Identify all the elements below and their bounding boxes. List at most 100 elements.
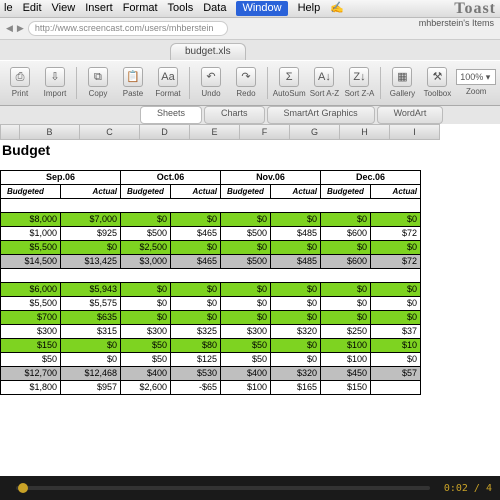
print-button[interactable]: ⎙Print	[4, 63, 36, 103]
cell[interactable]: $500	[121, 227, 171, 241]
cell[interactable]: $50	[121, 353, 171, 367]
cell[interactable]: $150	[321, 381, 371, 395]
col-header-E[interactable]: E	[190, 124, 240, 140]
cell[interactable]: $50	[121, 339, 171, 353]
cell[interactable]: $0	[121, 283, 171, 297]
cell[interactable]: $50	[221, 353, 271, 367]
cell[interactable]	[371, 381, 421, 395]
col-header-I[interactable]: I	[390, 124, 440, 140]
cell[interactable]: $0	[171, 297, 221, 311]
cell[interactable]: $325	[171, 325, 221, 339]
cell[interactable]: $165	[271, 381, 321, 395]
cell[interactable]: $0	[271, 311, 321, 325]
cell[interactable]: $0	[371, 283, 421, 297]
cell[interactable]: $50	[1, 353, 61, 367]
cell[interactable]: $12,468	[61, 367, 121, 381]
cell[interactable]: $500	[221, 255, 271, 269]
cell[interactable]: $0	[221, 297, 271, 311]
cell[interactable]: $100	[221, 381, 271, 395]
cell[interactable]: $8,000	[1, 213, 61, 227]
table-row[interactable]: $1,800$957$2,600-$65$100$165$150	[1, 381, 421, 395]
col-header-B[interactable]: B	[20, 124, 80, 140]
cell[interactable]: $300	[221, 325, 271, 339]
cell[interactable]: $530	[171, 367, 221, 381]
cell[interactable]: $5,575	[61, 297, 121, 311]
table-row[interactable]: $6,000$5,943$0$0$0$0$0$0	[1, 283, 421, 297]
cell[interactable]: $0	[321, 283, 371, 297]
table-row[interactable]: $300$315$300$325$300$320$250$37	[1, 325, 421, 339]
cell[interactable]: $0	[121, 297, 171, 311]
row-col-corner[interactable]	[0, 124, 20, 140]
cell[interactable]: $72	[371, 255, 421, 269]
cell[interactable]: $5,943	[61, 283, 121, 297]
cell[interactable]: $0	[271, 297, 321, 311]
cell[interactable]: $465	[171, 255, 221, 269]
cell[interactable]: $0	[271, 241, 321, 255]
cell[interactable]: $300	[1, 325, 61, 339]
cell[interactable]: $0	[221, 241, 271, 255]
menu-window[interactable]: Window	[236, 1, 287, 16]
menu-tools[interactable]: Tools	[168, 2, 194, 15]
cell[interactable]: $957	[61, 381, 121, 395]
col-header-D[interactable]: D	[140, 124, 190, 140]
cell[interactable]: $6,000	[1, 283, 61, 297]
cell[interactable]: $0	[371, 213, 421, 227]
cell[interactable]: $0	[121, 311, 171, 325]
paste-button[interactable]: 📋Paste	[117, 63, 149, 103]
progress-knob[interactable]	[18, 483, 28, 493]
back-icon[interactable]: ◀	[6, 23, 13, 34]
budget-table[interactable]: Sep.06Oct.06Nov.06Dec.06 BudgetedActualB…	[0, 170, 421, 395]
cell[interactable]: $100	[321, 353, 371, 367]
table-row[interactable]: $12,700$12,468$400$530$400$320$450$57	[1, 367, 421, 381]
cell[interactable]: $10	[371, 339, 421, 353]
table-row[interactable]: $1,000$925$500$465$500$485$600$72	[1, 227, 421, 241]
col-header-C[interactable]: C	[80, 124, 140, 140]
cell[interactable]: $2,600	[121, 381, 171, 395]
cell[interactable]: $0	[61, 353, 121, 367]
redo-button[interactable]: ↷Redo	[230, 63, 262, 103]
table-row[interactable]: $700$635$0$0$0$0$0$0	[1, 311, 421, 325]
cell[interactable]: $12,700	[1, 367, 61, 381]
import-button[interactable]: ⇩Import	[39, 63, 71, 103]
cell[interactable]: $0	[61, 339, 121, 353]
cell[interactable]: $0	[171, 213, 221, 227]
cell[interactable]: $0	[221, 283, 271, 297]
cell[interactable]: $0	[371, 297, 421, 311]
cell[interactable]: $0	[61, 241, 121, 255]
cell[interactable]: $0	[171, 241, 221, 255]
menu-le[interactable]: le	[4, 2, 13, 15]
cell[interactable]: $635	[61, 311, 121, 325]
table-row[interactable]: $50$0$50$125$50$0$100$0	[1, 353, 421, 367]
cell[interactable]: $0	[221, 311, 271, 325]
cell[interactable]: $320	[271, 367, 321, 381]
gallery-button[interactable]: ▦Gallery	[386, 63, 418, 103]
cell[interactable]: $1,800	[1, 381, 61, 395]
cell[interactable]: $57	[371, 367, 421, 381]
cell[interactable]: $150	[1, 339, 61, 353]
copy-button[interactable]: ⧉Copy	[82, 63, 114, 103]
cell[interactable]: $0	[321, 241, 371, 255]
cell[interactable]: $315	[61, 325, 121, 339]
menu-data[interactable]: Data	[203, 2, 226, 15]
cell[interactable]: $0	[271, 283, 321, 297]
progress-track[interactable]	[16, 486, 430, 490]
cell[interactable]: $500	[221, 227, 271, 241]
script-menu-icon[interactable]: ✍	[330, 2, 344, 15]
spreadsheet-grid[interactable]: BCDEFGHI Budget Sep.06Oct.06Nov.06Dec.06…	[0, 124, 500, 476]
cell[interactable]: $0	[171, 311, 221, 325]
zoom-button[interactable]: 100% ▾Zoom	[456, 63, 496, 103]
menu-insert[interactable]: Insert	[85, 2, 113, 15]
cell[interactable]: $7,000	[61, 213, 121, 227]
table-row[interactable]: $5,500$5,575$0$0$0$0$0$0	[1, 297, 421, 311]
cell[interactable]: $250	[321, 325, 371, 339]
cell[interactable]: $1,000	[1, 227, 61, 241]
cell[interactable]: $37	[371, 325, 421, 339]
sort-a-z-button[interactable]: A↓Sort A-Z	[308, 63, 340, 103]
cell[interactable]: $0	[321, 213, 371, 227]
table-row[interactable]: $8,000$7,000$0$0$0$0$0$0	[1, 213, 421, 227]
sort-z-a-button[interactable]: Z↓Sort Z-A	[343, 63, 375, 103]
sheet-tab-budget[interactable]: budget.xls	[170, 43, 246, 60]
cell[interactable]: $0	[271, 339, 321, 353]
menu-view[interactable]: View	[52, 2, 76, 15]
cell[interactable]: $72	[371, 227, 421, 241]
